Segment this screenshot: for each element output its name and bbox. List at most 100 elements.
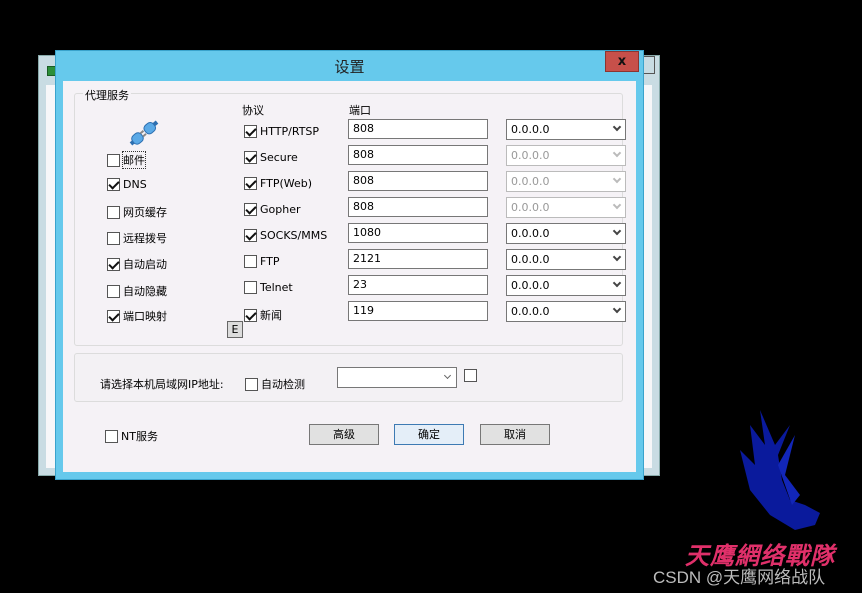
checkbox-box[interactable] <box>107 153 120 167</box>
checkbox-box[interactable] <box>244 151 257 164</box>
service-checkbox-mail[interactable]: 邮件 <box>107 151 146 169</box>
chevron-down-icon <box>612 200 622 210</box>
dialog-title: 设置 <box>334 58 365 76</box>
service-label: 远程拨号 <box>123 232 167 245</box>
port-input-socks-mms[interactable]: 1080 <box>348 223 488 243</box>
checkbox-box[interactable] <box>244 125 257 138</box>
protocol-checkbox-gopher[interactable]: Gopher <box>244 203 301 216</box>
eagle-logo-icon <box>740 410 820 530</box>
checkbox-box[interactable] <box>107 309 120 323</box>
ip-select-value: 0.0.0.0 <box>511 253 550 266</box>
port-input-http-rtsp[interactable]: 808 <box>348 119 488 139</box>
chevron-down-icon <box>612 226 622 236</box>
checkbox-box[interactable] <box>107 178 120 191</box>
protocol-label: SOCKS/MMS <box>260 229 328 242</box>
ip-select-value: 0.0.0.0 <box>511 149 550 162</box>
auto-detect-checkbox[interactable]: 自动检测 <box>245 376 305 392</box>
ip-select-ftp[interactable]: 0.0.0.0 <box>506 249 626 270</box>
protocol-checkbox-ftp-web[interactable]: FTP(Web) <box>244 177 312 190</box>
protocol-label: FTP(Web) <box>260 177 313 190</box>
checkbox-box[interactable] <box>105 429 118 443</box>
settings-dialog: 设置 x 代理服务 邮件 DNS 网页缓存 远程拨号 自动启动 自动隐藏 端口映… <box>55 50 644 480</box>
protocol-checkbox-telnet[interactable]: Telnet <box>244 281 293 294</box>
protocol-checkbox-news[interactable]: 新闻 <box>244 307 282 323</box>
checkbox-box[interactable] <box>464 369 477 382</box>
service-checkbox-auto-hide[interactable]: 自动隐藏 <box>107 283 167 299</box>
chevron-down-icon <box>612 252 622 262</box>
service-checkbox-port-mapping[interactable]: 端口映射 <box>107 308 167 324</box>
protocol-label: Secure <box>260 151 298 164</box>
ip-select-telnet[interactable]: 0.0.0.0 <box>506 275 626 296</box>
protocol-checkbox-socks-mms[interactable]: SOCKS/MMS <box>244 229 327 242</box>
lan-ip-extra-checkbox[interactable] <box>464 369 477 382</box>
checkbox-box[interactable] <box>244 308 257 322</box>
lan-ip-label: 请选择本机局域网IP地址: <box>100 378 224 391</box>
cancel-button[interactable]: 取消 <box>480 424 550 445</box>
service-label: 自动隐藏 <box>123 285 167 298</box>
lan-ip-select[interactable] <box>337 367 457 388</box>
port-input-gopher[interactable]: 808 <box>348 197 488 217</box>
protocol-label: 新闻 <box>260 309 282 322</box>
dialog-client: 代理服务 邮件 DNS 网页缓存 远程拨号 自动启动 自动隐藏 端口映射 E 协… <box>63 81 636 472</box>
ip-select-value: 0.0.0.0 <box>511 279 550 292</box>
service-checkbox-dns[interactable]: DNS <box>107 178 147 191</box>
chevron-down-icon <box>612 148 622 158</box>
ip-select-news[interactable]: 0.0.0.0 <box>506 301 626 322</box>
protocol-label: Telnet <box>260 281 293 294</box>
checkbox-box[interactable] <box>244 255 257 268</box>
checkbox-box[interactable] <box>107 231 120 245</box>
port-input-telnet[interactable]: 23 <box>348 275 488 295</box>
service-label: 端口映射 <box>123 310 167 323</box>
service-checkbox-web-cache[interactable]: 网页缓存 <box>107 204 167 220</box>
port-header: 端口 <box>349 104 371 117</box>
title-bar[interactable]: 设置 x <box>56 51 643 81</box>
ip-select-secure: 0.0.0.0 <box>506 145 626 166</box>
chevron-down-icon <box>612 304 622 314</box>
ip-select-value: 0.0.0.0 <box>511 123 550 136</box>
port-input-secure[interactable]: 808 <box>348 145 488 165</box>
service-checkbox-remote-dial[interactable]: 远程拨号 <box>107 230 167 246</box>
nt-service-label: NT服务 <box>121 430 158 443</box>
close-button[interactable]: x <box>605 51 639 72</box>
lan-ip-group: 请选择本机局域网IP地址: 自动检测 <box>74 353 623 402</box>
port-input-ftp-web[interactable]: 808 <box>348 171 488 191</box>
ok-button[interactable]: 确定 <box>394 424 464 445</box>
advanced-button[interactable]: 高级 <box>309 424 379 445</box>
port-input-news[interactable]: 119 <box>348 301 488 321</box>
plug-connect-icon <box>129 120 159 146</box>
protocol-label: Gopher <box>260 203 301 216</box>
auto-detect-label: 自动检测 <box>261 378 305 391</box>
ip-select-value: 0.0.0.0 <box>511 227 550 240</box>
ip-select-ftp-web: 0.0.0.0 <box>506 171 626 192</box>
checkbox-box[interactable] <box>244 203 257 216</box>
ip-select-value: 0.0.0.0 <box>511 201 550 214</box>
checkbox-box[interactable] <box>244 281 257 294</box>
protocol-header: 协议 <box>242 104 264 117</box>
protocol-checkbox-http-rtsp[interactable]: HTTP/RTSP <box>244 125 319 138</box>
watermark-csdn: CSDN @天鹰网络战队 <box>653 568 826 587</box>
ip-select-socks-mms[interactable]: 0.0.0.0 <box>506 223 626 244</box>
checkbox-box[interactable] <box>107 205 120 219</box>
port-input-ftp[interactable]: 2121 <box>348 249 488 269</box>
chevron-down-icon <box>612 278 622 288</box>
protocol-checkbox-secure[interactable]: Secure <box>244 151 298 164</box>
ip-select-gopher: 0.0.0.0 <box>506 197 626 218</box>
protocol-checkbox-ftp[interactable]: FTP <box>244 255 280 268</box>
nt-service-checkbox[interactable]: NT服务 <box>105 428 158 444</box>
ip-select-value: 0.0.0.0 <box>511 175 550 188</box>
service-label: 网页缓存 <box>123 206 167 219</box>
checkbox-box[interactable] <box>107 284 120 298</box>
ip-select-value: 0.0.0.0 <box>511 305 550 318</box>
chevron-down-icon <box>612 174 622 184</box>
proxy-group-legend: 代理服务 <box>83 87 131 103</box>
service-label: 自动启动 <box>123 258 167 271</box>
checkbox-box[interactable] <box>107 257 120 271</box>
checkbox-box[interactable] <box>245 377 258 391</box>
window-edge <box>643 56 655 74</box>
checkbox-box[interactable] <box>244 177 257 190</box>
checkbox-box[interactable] <box>244 229 257 242</box>
service-checkbox-auto-start[interactable]: 自动启动 <box>107 256 167 272</box>
port-mapping-edit-button[interactable]: E <box>227 321 243 338</box>
ip-select-http-rtsp[interactable]: 0.0.0.0 <box>506 119 626 140</box>
chevron-down-icon <box>612 122 622 132</box>
